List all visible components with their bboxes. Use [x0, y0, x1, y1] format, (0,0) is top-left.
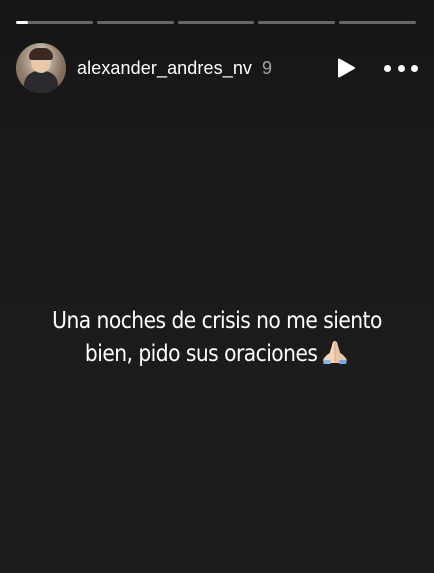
- story-progress-bar: [16, 21, 416, 24]
- more-dots-icon: [411, 64, 418, 72]
- progress-segment: [339, 21, 416, 24]
- play-button[interactable]: [334, 56, 358, 80]
- progress-segment: [96, 21, 174, 24]
- story-time-ago: 9: [262, 57, 273, 78]
- caption-line-1: Una noches de crisis no me siento: [52, 308, 382, 334]
- avatar-hair: [29, 48, 53, 60]
- caption-line-2: bien, pido sus oraciones: [26, 338, 408, 371]
- more-dots-icon: [384, 64, 391, 72]
- username-link[interactable]: alexander_andres_nv: [77, 58, 252, 79]
- avatar-body: [24, 71, 58, 93]
- progress-segment: [177, 21, 255, 24]
- caption-line-2-text: bien, pido sus oraciones: [84, 341, 318, 367]
- profile-avatar[interactable]: [16, 43, 66, 93]
- story-header: alexander_andres_nv 9: [16, 42, 418, 94]
- story-viewer[interactable]: alexander_andres_nv 9 Una noches de cris…: [0, 0, 434, 573]
- more-dots-icon: [397, 64, 405, 72]
- progress-fill: [16, 21, 28, 24]
- play-icon: [338, 58, 355, 78]
- praying-hands-icon: [323, 341, 347, 364]
- story-caption: Una noches de crisis no me siento bien, …: [26, 305, 408, 371]
- progress-segment: [258, 21, 336, 24]
- more-options-button[interactable]: [384, 56, 418, 80]
- progress-segment: [16, 21, 93, 24]
